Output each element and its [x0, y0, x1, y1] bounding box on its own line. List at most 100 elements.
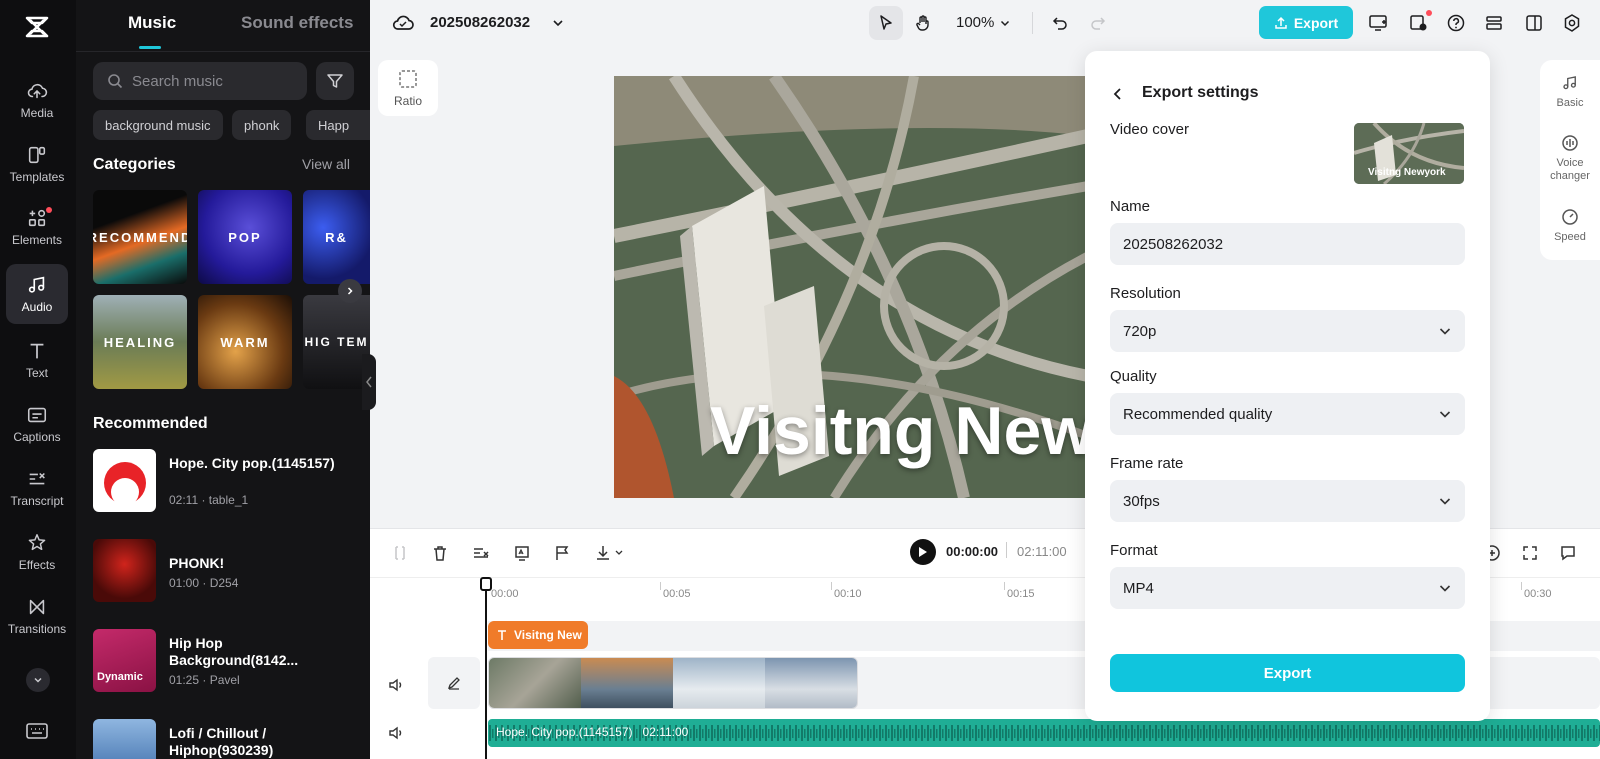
category-high-tempo[interactable]: HIG TEM: [303, 295, 370, 389]
framerate-select[interactable]: 30fps: [1110, 480, 1465, 522]
keyboard-shortcuts-button[interactable]: [26, 722, 48, 740]
playhead-handle[interactable]: [480, 577, 492, 591]
red-sun-artwork-icon: [103, 461, 146, 506]
hand-tool-button[interactable]: [906, 6, 940, 40]
download-menu-button[interactable]: [590, 539, 630, 567]
ruler-line: [1521, 582, 1522, 590]
category-rnb[interactable]: R&: [303, 190, 370, 284]
panel-collapse-handle[interactable]: [362, 354, 376, 410]
category-recommend[interactable]: RECOMMEND: [93, 190, 187, 284]
fullscreen-button[interactable]: [1516, 539, 1544, 567]
rail-transitions[interactable]: Transitions: [6, 586, 68, 646]
redo-button[interactable]: [1081, 6, 1115, 40]
category-pop[interactable]: POP: [198, 190, 292, 284]
song-title: Lofi / Chillout / Hiphop(930239): [169, 725, 274, 758]
export-settings-panel: Export settings Video cover Visitng Newy…: [1085, 51, 1490, 721]
categories-next-button[interactable]: [338, 279, 362, 303]
video-clip[interactable]: [488, 657, 858, 709]
song-item[interactable]: PHONK! 01:00 · D254: [93, 539, 358, 603]
prop-label: Basic: [1556, 97, 1584, 109]
category-healing[interactable]: HEALING: [93, 295, 187, 389]
capcut-logo-icon[interactable]: [18, 8, 56, 46]
prop-basic[interactable]: Basic: [1540, 74, 1600, 110]
select-tool-button[interactable]: [869, 6, 903, 40]
rail-audio[interactable]: Audio: [6, 264, 68, 324]
prop-speed[interactable]: Speed: [1540, 208, 1600, 244]
video-track-mute-button[interactable]: [386, 675, 406, 695]
more-tools-button[interactable]: [26, 668, 50, 692]
rail-label: Effects: [18, 558, 56, 572]
notification-dot: [1426, 10, 1432, 16]
prop-label: Speed: [1554, 231, 1586, 243]
song-item[interactable]: Hope. City pop.(1145157) 02:11 · table_1: [93, 449, 358, 513]
resolution-select[interactable]: 720p: [1110, 310, 1465, 352]
back-button[interactable]: [1107, 83, 1129, 105]
scene-edit-button[interactable]: [467, 539, 495, 567]
zoom-select[interactable]: 100%: [956, 14, 1011, 31]
chip-phonk[interactable]: phonk: [232, 110, 292, 140]
name-input[interactable]: 202508262032: [1110, 223, 1465, 265]
rail-transcript[interactable]: Transcript: [6, 458, 68, 518]
tab-music[interactable]: Music: [128, 13, 176, 33]
preview-overlay-text[interactable]: Visitng New: [710, 392, 1088, 470]
chevron-left-icon: [366, 376, 372, 388]
rail-text[interactable]: Text: [6, 330, 68, 390]
pencil-icon: [447, 677, 460, 690]
filter-button[interactable]: [316, 62, 354, 100]
song-title: PHONK!: [169, 555, 225, 571]
split-button[interactable]: [386, 539, 414, 567]
playhead[interactable]: [485, 577, 487, 759]
rail-captions[interactable]: Captions: [6, 394, 68, 454]
audio-track-mute-button[interactable]: [386, 723, 406, 743]
elements-icon: [28, 209, 46, 227]
ratio-button[interactable]: Ratio: [378, 60, 438, 116]
delete-button[interactable]: [426, 539, 454, 567]
ratio-label: Ratio: [393, 93, 422, 108]
song-item[interactable]: Lofi / Chillout / Hiphop(930239): [93, 719, 358, 759]
song-item[interactable]: Dynamic Hip Hop Background(8142... 01:25…: [93, 629, 358, 693]
layers-button[interactable]: [1477, 6, 1511, 40]
rail-label: Text: [25, 366, 48, 380]
category-warm[interactable]: WARM: [198, 295, 292, 389]
edit-cover-button[interactable]: [428, 657, 480, 709]
format-label: Format: [1110, 542, 1158, 559]
prop-voice-changer[interactable]: Voice changer: [1540, 134, 1600, 183]
present-button[interactable]: [1361, 6, 1395, 40]
layout-button[interactable]: [1517, 6, 1551, 40]
quality-select[interactable]: Recommended quality: [1110, 393, 1465, 435]
upload-icon: [1275, 16, 1287, 29]
comment-button[interactable]: [1554, 539, 1582, 567]
undo-button[interactable]: [1043, 6, 1077, 40]
chip-happy[interactable]: Happ: [306, 110, 370, 140]
rail-elements[interactable]: Elements: [6, 197, 68, 257]
settings-button[interactable]: [1555, 6, 1589, 40]
tab-sound-effects[interactable]: Sound effects: [241, 13, 353, 33]
auto-caption-button[interactable]: [508, 539, 536, 567]
rail-templates[interactable]: Templates: [6, 134, 68, 194]
marker-button[interactable]: [548, 539, 576, 567]
video-preview[interactable]: Visitng New: [614, 76, 1088, 498]
export-button[interactable]: Export: [1110, 654, 1465, 692]
song-meta: 02:11 · table_1: [169, 493, 249, 507]
export-top-button[interactable]: Export: [1259, 6, 1353, 39]
text-clip-label: Visitng New: [514, 628, 582, 642]
cloud-sync-icon[interactable]: [392, 13, 414, 33]
ruler-tick: 00:15: [1007, 588, 1035, 600]
project-menu-chevron-icon[interactable]: [551, 16, 565, 30]
project-name[interactable]: 202508262032: [430, 14, 530, 31]
chip-background-music[interactable]: background music: [93, 110, 223, 140]
notification-dot: [46, 207, 52, 213]
speaker-icon: [389, 726, 402, 740]
rail-media[interactable]: Media: [6, 70, 68, 130]
rail-effects[interactable]: Effects: [6, 522, 68, 582]
help-button[interactable]: [1439, 6, 1473, 40]
video-cover-thumbnail[interactable]: Visitng Newyork: [1354, 123, 1464, 184]
text-clip[interactable]: Visitng New: [488, 621, 588, 649]
audio-clip[interactable]: Hope. City pop.(1145157) 02:11:00: [488, 719, 1600, 747]
search-music-input[interactable]: Search music: [93, 62, 307, 100]
review-button[interactable]: [1401, 6, 1435, 40]
play-button[interactable]: [910, 539, 936, 565]
view-all-link[interactable]: View all: [302, 156, 350, 172]
help-icon: [1447, 14, 1465, 32]
format-select[interactable]: MP4: [1110, 567, 1465, 609]
